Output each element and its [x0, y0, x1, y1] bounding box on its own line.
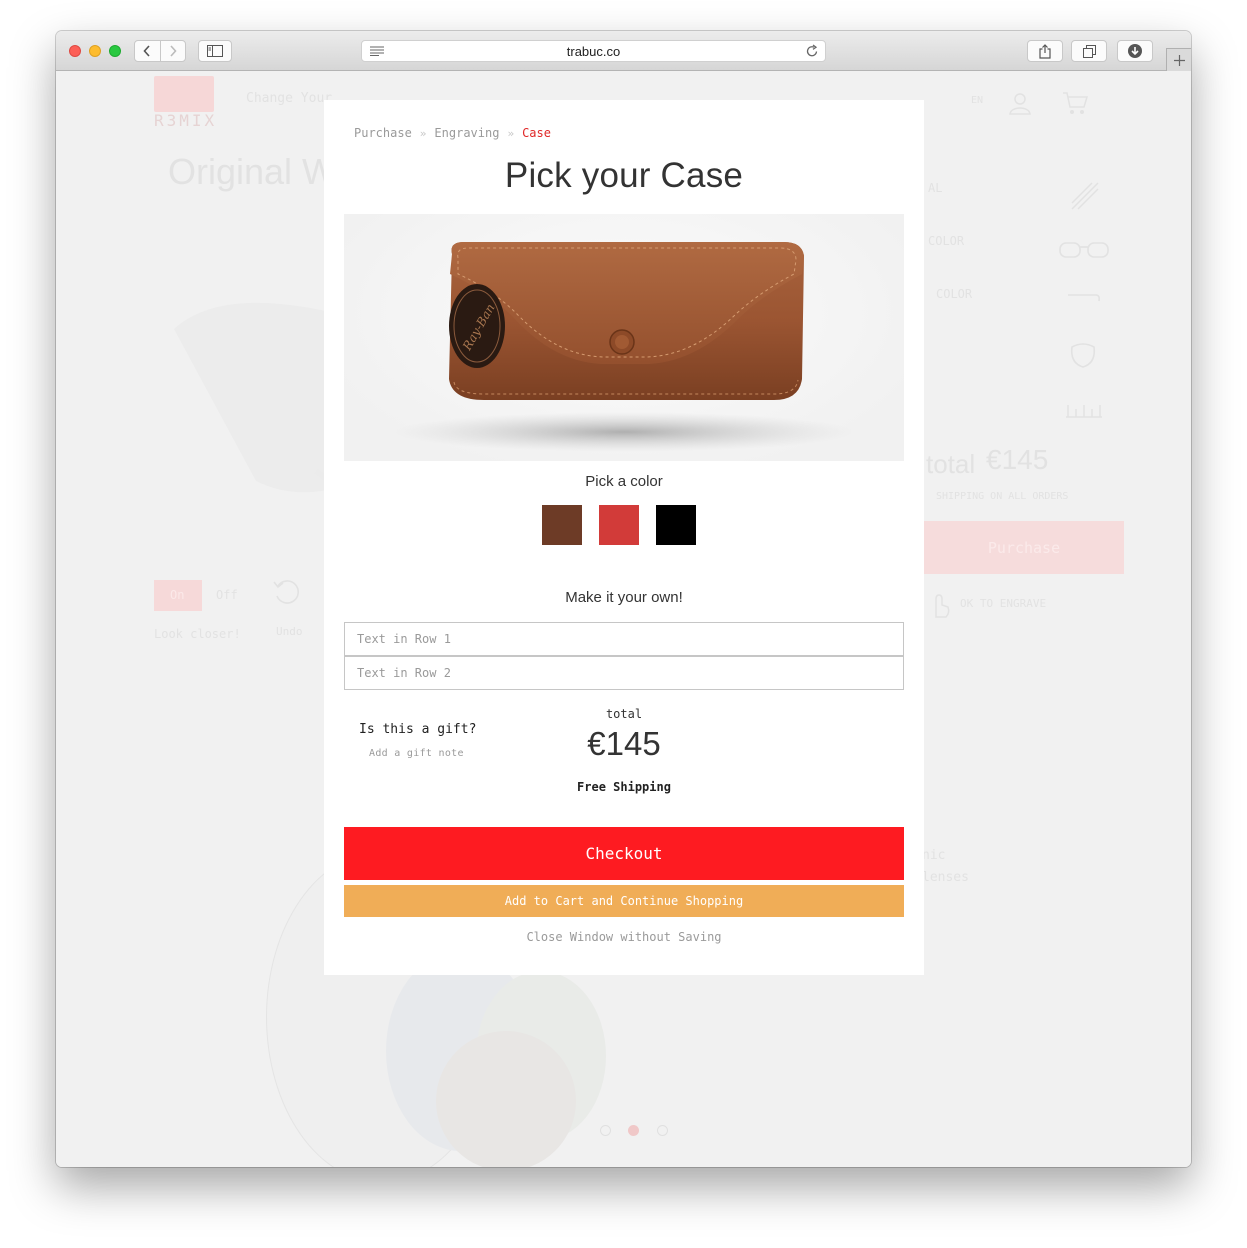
close-window-button[interactable] [69, 45, 81, 57]
forward-button[interactable] [159, 41, 186, 61]
hand-icon [935, 594, 950, 618]
case-picker-modal: Purchase » Engraving » Case Pick your Ca… [324, 100, 924, 975]
material-icon[interactable] [1070, 181, 1100, 211]
modal-title: Pick your Case [504, 156, 744, 195]
plus-icon [1174, 54, 1185, 66]
bg-total-label: total [926, 449, 976, 479]
tabs-overview-icon [1082, 44, 1096, 58]
bg-look-closer[interactable]: Look closer! [154, 627, 241, 641]
breadcrumb-case[interactable]: Case [522, 126, 551, 140]
sidebar-toggle-button[interactable] [198, 40, 232, 62]
engrave-ruler-icon[interactable] [1064, 401, 1104, 419]
carousel-dot-active[interactable] [628, 1125, 639, 1136]
bg-undo-label: Undo [276, 625, 303, 638]
bg-engrave-note: OK TO ENGRAVE [960, 597, 1047, 610]
product-image: Ray-Ban [344, 214, 904, 461]
back-button[interactable] [135, 41, 160, 61]
chevron-left-icon [143, 45, 150, 57]
pick-color-label: Pick a color [585, 473, 663, 490]
bg-side-label: AL [928, 181, 943, 195]
user-icon[interactable] [1008, 91, 1032, 115]
bg-total-value: €145 [986, 444, 1049, 475]
breadcrumb-separator: » [507, 126, 515, 140]
glasses-frame-icon[interactable] [1058, 239, 1110, 261]
carousel-dot[interactable] [657, 1125, 668, 1136]
bg-shipping-note: SHIPPING ON ALL ORDERS [936, 491, 1069, 502]
bg-lens-text: lenses [922, 870, 969, 885]
bg-side-label: COLOR [928, 234, 965, 248]
temple-icon[interactable] [1066, 291, 1102, 311]
language-switch[interactable]: EN [971, 95, 983, 106]
engrave-row1-input[interactable] [344, 622, 904, 656]
cart-icon[interactable] [1062, 91, 1088, 115]
chevron-right-icon [170, 45, 177, 57]
swatch-brown[interactable] [542, 505, 582, 545]
breadcrumb-separator: » [419, 126, 427, 140]
bg-lens-swatch [436, 1031, 576, 1167]
minimize-window-button[interactable] [89, 45, 101, 57]
share-button[interactable] [1027, 40, 1063, 62]
logo-text: R3MIX [154, 111, 218, 130]
zoom-window-button[interactable] [109, 45, 121, 57]
downloads-button[interactable] [1117, 40, 1153, 62]
total-amount: €145 [587, 725, 661, 762]
new-tab-button[interactable] [1166, 48, 1191, 71]
swatch-red[interactable] [599, 505, 639, 545]
color-swatches [542, 505, 696, 545]
reload-icon[interactable] [806, 44, 819, 58]
address-bar[interactable]: trabuc.co [361, 40, 826, 62]
add-to-cart-button[interactable]: Add to Cart and Continue Shopping [344, 885, 904, 917]
history-nav [134, 40, 186, 62]
close-without-saving-link[interactable]: Close Window without Saving [324, 930, 924, 944]
background-page: R3MIX Change Your... EN Original Wa AL C… [56, 71, 1191, 1167]
carousel-dot[interactable] [600, 1125, 611, 1136]
bg-purchase-button[interactable]: Purchase [924, 521, 1124, 574]
tab-overview-button[interactable] [1071, 40, 1107, 62]
make-it-your-own-label: Make it your own! [565, 589, 683, 606]
total-label: total [605, 707, 643, 721]
lens-icon[interactable] [1068, 341, 1098, 369]
breadcrumb-purchase[interactable]: Purchase [354, 126, 412, 140]
free-shipping-label: Free Shipping [577, 780, 671, 794]
breadcrumb-engraving[interactable]: Engraving [434, 126, 499, 140]
share-icon [1039, 43, 1051, 59]
reader-lines-icon[interactable] [370, 46, 384, 56]
browser-toolbar: trabuc.co [56, 31, 1191, 71]
browser-window: trabuc.co R3MIX Change Your... EN Origin… [56, 31, 1191, 1167]
breadcrumb: Purchase » Engraving » Case [354, 126, 551, 140]
brand-logo[interactable] [154, 76, 214, 112]
downloads-icon [1128, 44, 1142, 58]
glasses-case-illustration: Ray-Ban [394, 242, 854, 452]
sidebar-icon [207, 45, 223, 57]
bg-side-label: COLOR [936, 287, 973, 301]
url-text: trabuc.co [566, 43, 621, 59]
swatch-black[interactable] [656, 505, 696, 545]
checkout-button[interactable]: Checkout [344, 827, 904, 880]
engrave-row2-input[interactable] [344, 656, 904, 690]
bg-lens-text: nic [922, 848, 946, 863]
